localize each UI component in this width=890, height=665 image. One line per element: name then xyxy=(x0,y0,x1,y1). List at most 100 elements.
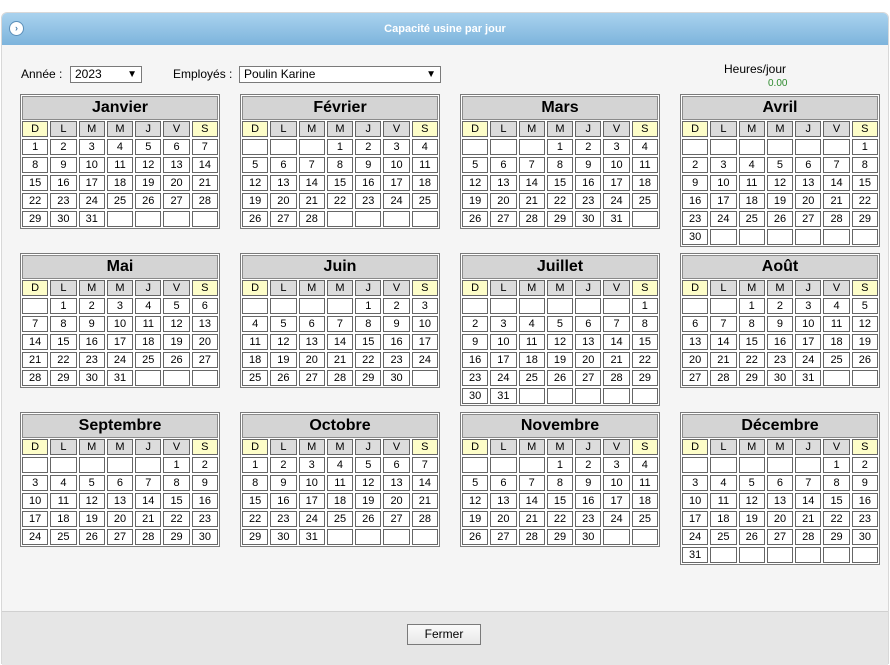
day-cell[interactable]: 15 xyxy=(631,334,658,350)
day-cell[interactable]: 9 xyxy=(355,157,382,173)
day-cell[interactable]: 2 xyxy=(383,298,410,314)
day-cell[interactable]: 9 xyxy=(462,334,489,350)
day-cell[interactable]: 12 xyxy=(462,493,489,509)
day-cell[interactable]: 13 xyxy=(682,334,709,350)
day-cell[interactable]: 3 xyxy=(603,457,630,473)
day-cell[interactable]: 31 xyxy=(795,370,822,386)
day-cell[interactable]: 2 xyxy=(270,457,297,473)
day-cell[interactable]: 17 xyxy=(682,511,709,527)
day-cell[interactable]: 4 xyxy=(411,139,438,155)
day-cell[interactable]: 23 xyxy=(766,352,794,368)
day-cell[interactable]: 19 xyxy=(163,334,190,350)
day-cell[interactable]: 28 xyxy=(191,193,218,209)
day-cell[interactable]: 4 xyxy=(518,316,545,332)
day-cell[interactable]: 21 xyxy=(603,352,630,368)
day-cell[interactable]: 29 xyxy=(851,211,878,227)
day-cell[interactable]: 4 xyxy=(50,475,77,491)
day-cell[interactable]: 8 xyxy=(163,475,190,491)
day-cell[interactable]: 26 xyxy=(242,211,269,227)
day-cell[interactable]: 21 xyxy=(411,493,438,509)
day-cell[interactable]: 25 xyxy=(710,529,737,545)
day-cell[interactable]: 14 xyxy=(191,157,218,173)
day-cell[interactable]: 21 xyxy=(823,193,850,209)
day-cell[interactable]: 5 xyxy=(270,316,297,332)
day-cell[interactable]: 7 xyxy=(135,475,162,491)
day-cell[interactable]: 14 xyxy=(795,493,822,509)
day-cell[interactable]: 15 xyxy=(242,493,269,509)
day-cell[interactable]: 27 xyxy=(575,370,602,386)
day-cell[interactable]: 23 xyxy=(50,193,77,209)
day-cell[interactable]: 26 xyxy=(163,352,190,368)
day-cell[interactable]: 7 xyxy=(710,316,737,332)
day-cell[interactable]: 26 xyxy=(462,211,489,227)
day-cell[interactable]: 11 xyxy=(738,175,765,191)
day-cell[interactable]: 17 xyxy=(490,352,517,368)
day-cell[interactable]: 9 xyxy=(575,157,602,173)
day-cell[interactable]: 6 xyxy=(106,475,134,491)
day-cell[interactable]: 24 xyxy=(710,211,737,227)
day-cell[interactable]: 3 xyxy=(106,298,134,314)
day-cell[interactable]: 17 xyxy=(411,334,438,350)
day-cell[interactable]: 9 xyxy=(78,316,105,332)
day-cell[interactable]: 4 xyxy=(135,298,162,314)
day-cell[interactable]: 26 xyxy=(851,352,878,368)
day-cell[interactable]: 29 xyxy=(546,211,574,227)
day-cell[interactable]: 7 xyxy=(411,457,438,473)
day-cell[interactable]: 27 xyxy=(766,529,794,545)
day-cell[interactable]: 2 xyxy=(575,139,602,155)
day-cell[interactable]: 14 xyxy=(823,175,850,191)
day-cell[interactable]: 20 xyxy=(298,352,325,368)
day-cell[interactable]: 22 xyxy=(355,352,382,368)
day-cell[interactable]: 8 xyxy=(631,316,658,332)
day-cell[interactable]: 8 xyxy=(851,157,878,173)
day-cell[interactable]: 12 xyxy=(242,175,269,191)
day-cell[interactable]: 14 xyxy=(603,334,630,350)
day-cell[interactable]: 28 xyxy=(823,211,850,227)
day-cell[interactable]: 2 xyxy=(78,298,105,314)
day-cell[interactable]: 11 xyxy=(326,475,354,491)
day-cell[interactable]: 5 xyxy=(738,475,765,491)
day-cell[interactable]: 5 xyxy=(78,475,105,491)
day-cell[interactable]: 19 xyxy=(242,193,269,209)
day-cell[interactable]: 29 xyxy=(546,529,574,545)
day-cell[interactable]: 18 xyxy=(710,511,737,527)
day-cell[interactable]: 15 xyxy=(22,175,49,191)
day-cell[interactable]: 31 xyxy=(603,211,630,227)
day-cell[interactable]: 30 xyxy=(50,211,77,227)
day-cell[interactable]: 12 xyxy=(355,475,382,491)
day-cell[interactable]: 12 xyxy=(163,316,190,332)
day-cell[interactable]: 19 xyxy=(738,511,765,527)
day-cell[interactable]: 15 xyxy=(355,334,382,350)
day-cell[interactable]: 24 xyxy=(795,352,822,368)
day-cell[interactable]: 24 xyxy=(682,529,709,545)
day-cell[interactable]: 5 xyxy=(462,475,489,491)
day-cell[interactable]: 15 xyxy=(823,493,850,509)
day-cell[interactable]: 21 xyxy=(22,352,49,368)
day-cell[interactable]: 13 xyxy=(383,475,410,491)
day-cell[interactable]: 14 xyxy=(326,334,354,350)
day-cell[interactable]: 18 xyxy=(631,493,658,509)
day-cell[interactable]: 13 xyxy=(490,493,517,509)
day-cell[interactable]: 13 xyxy=(163,157,190,173)
day-cell[interactable]: 7 xyxy=(22,316,49,332)
day-cell[interactable]: 18 xyxy=(50,511,77,527)
day-cell[interactable]: 11 xyxy=(106,157,134,173)
day-cell[interactable]: 16 xyxy=(50,175,77,191)
day-cell[interactable]: 20 xyxy=(682,352,709,368)
day-cell[interactable]: 1 xyxy=(163,457,190,473)
day-cell[interactable]: 23 xyxy=(191,511,218,527)
day-cell[interactable]: 8 xyxy=(823,475,850,491)
day-cell[interactable]: 8 xyxy=(546,475,574,491)
day-cell[interactable]: 24 xyxy=(383,193,410,209)
day-cell[interactable]: 5 xyxy=(355,457,382,473)
day-cell[interactable]: 22 xyxy=(823,511,850,527)
day-cell[interactable]: 25 xyxy=(738,211,765,227)
day-cell[interactable]: 14 xyxy=(135,493,162,509)
day-cell[interactable]: 2 xyxy=(851,457,878,473)
day-cell[interactable]: 3 xyxy=(795,298,822,314)
day-cell[interactable]: 7 xyxy=(603,316,630,332)
day-cell[interactable]: 6 xyxy=(298,316,325,332)
day-cell[interactable]: 8 xyxy=(738,316,765,332)
day-cell[interactable]: 16 xyxy=(355,175,382,191)
day-cell[interactable]: 20 xyxy=(575,352,602,368)
